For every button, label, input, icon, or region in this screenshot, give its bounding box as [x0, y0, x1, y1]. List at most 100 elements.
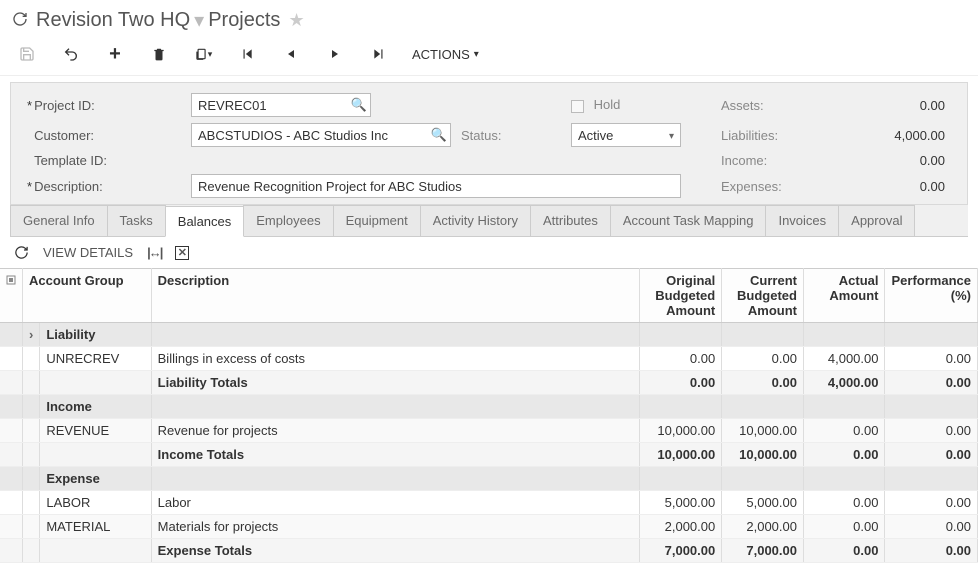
undo-icon[interactable]	[60, 43, 82, 65]
col-original[interactable]: OriginalBudgetedAmount	[640, 269, 722, 323]
refresh-grid-icon[interactable]	[14, 245, 29, 260]
row-handle[interactable]	[0, 539, 23, 563]
search-icon[interactable]: 🔍	[431, 127, 447, 143]
form-panel: *Project ID: 🔍 Hold Assets: 0.00 *Custom…	[10, 82, 968, 205]
tab-equipment[interactable]: Equipment	[333, 205, 421, 236]
add-icon[interactable]: +	[104, 43, 126, 65]
cell-curr: 10,000.00	[722, 419, 804, 443]
status-select[interactable]: Active ▾	[571, 123, 681, 147]
main-toolbar: + ▾ ACTIONS ▾	[0, 37, 978, 76]
cell-perf: 0.00	[885, 419, 978, 443]
chevron-down-icon: ▾	[194, 8, 204, 33]
expand-icon	[23, 371, 40, 395]
cell-account-group: UNRECREV	[40, 347, 151, 371]
row-handle[interactable]	[0, 371, 23, 395]
cell-actual: 0.00	[803, 491, 885, 515]
row-handle[interactable]	[0, 491, 23, 515]
title-bar: Revision Two HQ ▾ Projects ★	[0, 0, 978, 37]
table-row[interactable]: Liability Totals0.000.004,000.000.00	[0, 371, 978, 395]
cell-account-group: REVENUE	[40, 419, 151, 443]
clipboard-icon[interactable]: ▾	[192, 43, 214, 65]
row-handle[interactable]	[0, 395, 23, 419]
search-icon[interactable]: 🔍	[351, 97, 367, 113]
col-description[interactable]: Description	[151, 269, 640, 323]
col-current[interactable]: CurrentBudgetedAmount	[722, 269, 804, 323]
actions-label: ACTIONS	[412, 47, 470, 62]
tab-general-info[interactable]: General Info	[10, 205, 108, 236]
label-project-id: *Project ID:	[21, 98, 191, 113]
cell-orig: 0.00	[640, 347, 722, 371]
table-row[interactable]: ›Liability	[0, 323, 978, 347]
tab-employees[interactable]: Employees	[243, 205, 333, 236]
customer-input[interactable]	[191, 123, 451, 147]
cell-perf: 0.00	[885, 491, 978, 515]
delete-icon[interactable]	[148, 43, 170, 65]
label-income: Income:	[721, 153, 851, 168]
label-customer: *Customer:	[21, 128, 191, 143]
expand-icon[interactable]: ›	[23, 323, 40, 347]
cell-curr	[722, 395, 804, 419]
cell-account-group	[40, 539, 151, 563]
export-icon[interactable]: ✕	[175, 246, 189, 260]
cell-orig: 10,000.00	[640, 443, 722, 467]
prev-record-icon[interactable]	[280, 43, 302, 65]
tab-approval[interactable]: Approval	[838, 205, 915, 236]
row-handle[interactable]	[0, 347, 23, 371]
table-row[interactable]: Expense	[0, 467, 978, 491]
first-record-icon[interactable]	[236, 43, 258, 65]
page-title: Projects	[208, 9, 280, 32]
cell-perf: 0.00	[885, 371, 978, 395]
cell-actual: 0.00	[803, 443, 885, 467]
col-actual[interactable]: ActualAmount	[803, 269, 885, 323]
tab-activity-history[interactable]: Activity History	[420, 205, 531, 236]
expand-icon	[23, 395, 40, 419]
tab-account-task-mapping[interactable]: Account Task Mapping	[610, 205, 767, 236]
col-performance[interactable]: Performance(%)	[885, 269, 978, 323]
row-handle[interactable]	[0, 515, 23, 539]
cell-actual: 4,000.00	[803, 371, 885, 395]
fit-columns-icon[interactable]: |↔|	[147, 245, 161, 260]
expand-icon	[23, 467, 40, 491]
hold-checkbox[interactable]	[571, 100, 584, 113]
cell-description: Revenue for projects	[151, 419, 640, 443]
row-selector-header[interactable]	[0, 269, 23, 323]
table-row[interactable]: LABORLabor5,000.005,000.000.000.00	[0, 491, 978, 515]
cell-description: Expense Totals	[151, 539, 640, 563]
table-row[interactable]: REVENUERevenue for projects10,000.0010,0…	[0, 419, 978, 443]
description-input[interactable]	[191, 174, 681, 198]
tab-tasks[interactable]: Tasks	[107, 205, 166, 236]
chevron-down-icon: ▾	[669, 131, 674, 142]
project-id-input[interactable]	[191, 93, 371, 117]
col-account-group[interactable]: Account Group	[23, 269, 152, 323]
cell-orig: 0.00	[640, 371, 722, 395]
expand-icon	[23, 419, 40, 443]
next-record-icon[interactable]	[324, 43, 346, 65]
breadcrumb-company[interactable]: Revision Two HQ	[36, 9, 190, 32]
refresh-icon[interactable]	[12, 11, 28, 30]
row-handle[interactable]	[0, 323, 23, 347]
cell-curr: 2,000.00	[722, 515, 804, 539]
value-liabilities: 4,000.00	[851, 128, 951, 143]
tab-balances[interactable]: Balances	[165, 206, 244, 237]
view-details-button[interactable]: VIEW DETAILS	[43, 245, 133, 260]
table-row[interactable]: Income Totals10,000.0010,000.000.000.00	[0, 443, 978, 467]
table-row[interactable]: MATERIALMaterials for projects2,000.002,…	[0, 515, 978, 539]
cell-perf	[885, 323, 978, 347]
row-handle[interactable]	[0, 419, 23, 443]
row-handle[interactable]	[0, 467, 23, 491]
cell-description	[151, 395, 640, 419]
expand-icon	[23, 539, 40, 563]
table-row[interactable]: Expense Totals7,000.007,000.000.000.00	[0, 539, 978, 563]
cell-orig	[640, 395, 722, 419]
tab-invoices[interactable]: Invoices	[765, 205, 839, 236]
table-row[interactable]: Income	[0, 395, 978, 419]
tab-attributes[interactable]: Attributes	[530, 205, 611, 236]
star-icon[interactable]: ★	[288, 10, 304, 31]
table-row[interactable]: UNRECREVBillings in excess of costs0.000…	[0, 347, 978, 371]
cell-orig	[640, 323, 722, 347]
cell-account-group: MATERIAL	[40, 515, 151, 539]
row-handle[interactable]	[0, 443, 23, 467]
label-assets: Assets:	[721, 98, 851, 113]
actions-menu-button[interactable]: ACTIONS ▾	[412, 47, 479, 62]
last-record-icon[interactable]	[368, 43, 390, 65]
